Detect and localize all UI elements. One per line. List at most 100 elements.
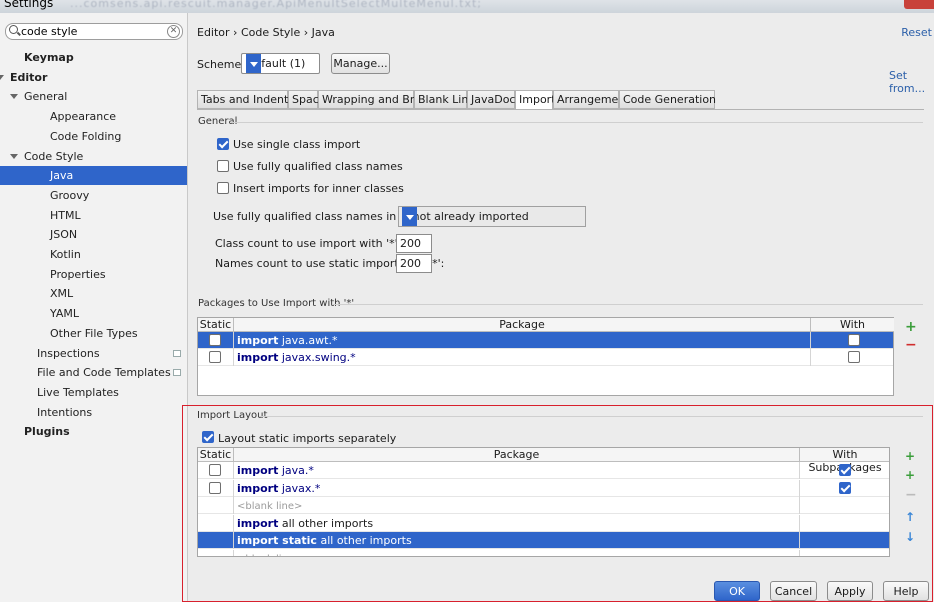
import-keyword: import [237,351,279,364]
tree-item-label: Java [50,169,74,183]
tree-item[interactable]: Appearance [0,107,187,126]
tree-item[interactable]: JSON [0,225,187,244]
remove-icon[interactable]: − [905,338,917,352]
package-name: javax.swing.* [281,351,356,364]
search-box[interactable]: ✕ [5,23,183,40]
tree-item[interactable]: Properties [0,265,187,284]
packages-table: Static Package With Subpackages import j… [197,317,894,396]
tab-blank-lines[interactable]: Blank Lines [414,90,481,109]
tree-item-label: Code Folding [50,129,122,143]
tree-item[interactable]: File and Code Templates [0,363,187,382]
scheme-dropdown[interactable]: Default (1) [241,53,320,74]
tree-item[interactable]: Live Templates [0,383,187,402]
tab-imports[interactable]: Imports [515,90,561,110]
tree-item-label: Kotlin [50,248,81,261]
tree-item-label: Plugins [24,425,70,439]
table-row[interactable]: import javax.swing.* [198,349,893,366]
class-count-label: Class count to use import with '*': [215,237,402,250]
tree-item-label: Editor [10,70,48,84]
window-titlebar: Settings ...comsens.api.rescuit.manager.… [0,0,934,13]
static-column-header: Static [198,318,234,332]
blurred-path: ...comsens.api.rescuit.manager.ApiMenuIt… [70,0,483,10]
tree-item-label: Live Templates [37,385,119,399]
chevron-down-icon [402,207,417,226]
apply-button[interactable]: Apply [827,581,873,601]
tree-item-label: General [24,90,68,104]
tree-item[interactable]: Code Folding [0,127,187,146]
ok-button[interactable]: OK [714,581,760,601]
clear-search-icon[interactable]: ✕ [167,25,180,38]
names-count-input[interactable]: 200 [396,254,432,273]
tree-item-label: YAML [50,307,80,321]
search-input[interactable] [21,24,161,39]
packages-section-title: Packages to Use Import with '*' [198,298,355,309]
tree-item-label: XML [50,287,74,301]
javadoc-dropdown[interactable]: If not already imported [398,206,586,227]
copy-settings-icon [173,349,181,357]
tree-item[interactable]: Java [0,166,187,186]
subpackages-checkbox[interactable] [848,334,860,346]
tree-item[interactable]: YAML [0,304,187,323]
tree-item-label: Intentions [37,405,93,419]
single-class-import-checkbox[interactable] [217,138,229,150]
inner-classes-checkbox[interactable] [217,182,229,194]
subpackages-column-header: With Subpackages [811,318,894,344]
set-from-link[interactable]: Set from... [889,69,934,95]
reset-link[interactable]: Reset [901,26,932,39]
divider [333,304,923,305]
help-button[interactable]: Help [883,581,929,601]
tree-item-label: File and Code Templates [37,366,171,380]
tab-code-generation[interactable]: Code Generation [619,90,716,109]
tab-javadoc[interactable]: JavaDoc [467,90,515,109]
settings-sidebar: ✕ Keymap Editor General Appearance Code Fold… [0,13,188,602]
expand-arrow-icon[interactable] [0,74,4,80]
tree-item[interactable]: Keymap [0,48,187,67]
tree-item[interactable]: HTML [0,206,187,225]
copy-settings-icon [173,369,181,377]
tree-item[interactable]: Groovy [0,186,187,205]
close-window-button[interactable] [904,0,934,9]
table-row[interactable]: import java.awt.* [198,332,893,349]
tab-wrapping-and-braces[interactable]: Wrapping and Braces [318,90,440,109]
tree-item-label: Appearance [50,110,117,124]
import-keyword: import [237,334,279,347]
tree-item-label: HTML [50,208,81,222]
static-checkbox[interactable] [209,351,221,363]
inner-classes-label: Insert imports for inner classes [233,182,404,195]
search-icon [9,25,18,34]
breadcrumb: Editor › Code Style › Java [197,26,335,39]
highlight-box [182,405,933,602]
tab-tabs-and-indents[interactable]: Tabs and Indents [197,90,294,109]
fully-qualified-label: Use fully qualified class names [233,160,403,173]
expand-arrow-icon[interactable] [10,153,18,159]
scheme-label: Scheme: [197,58,245,71]
add-icon[interactable]: + [905,320,917,334]
cancel-button[interactable]: Cancel [770,581,817,601]
tree-item[interactable]: Code Style [0,147,187,166]
tab-arrangement[interactable]: Arrangement [553,90,630,109]
package-column-header: Package [234,318,811,332]
javadoc-value: If not already imported [402,210,529,223]
tree-item[interactable]: Editor [0,68,187,87]
divider [231,122,923,123]
tree-item[interactable]: XML [0,284,187,303]
manage-button[interactable]: Manage... [331,53,390,74]
tree-item[interactable]: General [0,87,187,106]
tree-item[interactable]: Kotlin [0,245,187,264]
tree-item[interactable]: Inspections [0,344,187,363]
tree-item-label: Inspections [37,346,100,360]
expand-arrow-icon[interactable] [10,94,18,100]
tree-item-label: Groovy [50,188,90,202]
tree-item-label: Other File Types [50,326,138,340]
tree-item[interactable]: Other File Types [0,324,187,343]
subpackages-checkbox[interactable] [848,351,860,363]
class-count-input[interactable]: 200 [396,234,432,253]
package-name: java.awt.* [281,334,338,347]
tab-spaces[interactable]: Spaces [288,90,331,109]
tree-item[interactable]: Intentions [0,403,187,422]
chevron-down-icon [246,54,261,73]
tree-item-label: JSON [50,228,78,242]
tree-item[interactable]: Plugins [0,422,187,441]
fully-qualified-checkbox[interactable] [217,160,229,172]
static-checkbox[interactable] [209,334,221,346]
